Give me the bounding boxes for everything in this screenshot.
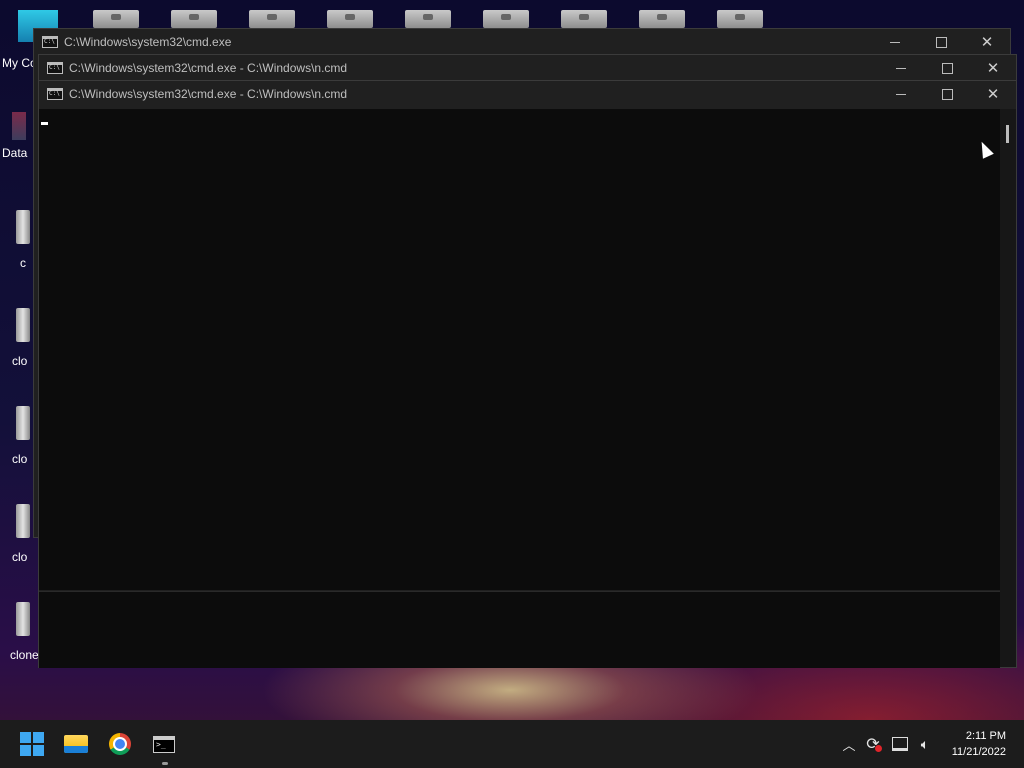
minimize-button[interactable] xyxy=(872,29,918,55)
vertical-scrollbar[interactable] xyxy=(1000,109,1016,667)
console-lower-area[interactable] xyxy=(39,591,1000,668)
shortcut-icon xyxy=(12,112,26,140)
maximize-button[interactable] xyxy=(924,81,970,107)
cmd-icon xyxy=(47,88,63,100)
cmd-icon xyxy=(42,36,58,48)
file-icon xyxy=(16,210,30,244)
close-icon: ✕ xyxy=(986,59,1000,77)
chevron-up-icon: ︿ xyxy=(842,737,856,753)
file-explorer-icon xyxy=(64,735,88,753)
start-button[interactable] xyxy=(16,728,48,760)
window-titlebar[interactable]: C:\Windows\system32\cmd.exe - C:\Windows… xyxy=(39,81,1016,107)
sync-icon: ⟳ xyxy=(866,736,882,753)
close-button[interactable]: ✕ xyxy=(970,55,1016,81)
chrome-icon xyxy=(109,733,131,755)
close-icon: ✕ xyxy=(980,33,994,51)
volume-icon: 🔈︎ xyxy=(920,735,930,752)
console-output[interactable] xyxy=(39,109,1000,590)
folder-icon[interactable] xyxy=(327,10,373,28)
desktop-icon-data[interactable]: Data xyxy=(0,112,34,160)
minimize-icon xyxy=(896,93,906,95)
file-icon xyxy=(16,504,30,538)
file-icon xyxy=(16,406,30,440)
desktop-icon-label: clo xyxy=(12,550,28,564)
minimize-icon xyxy=(896,67,906,69)
volume-tray-button[interactable]: 🔈︎ xyxy=(914,720,936,768)
folder-icon[interactable] xyxy=(717,10,763,28)
clock-date: 11/21/2022 xyxy=(951,746,1006,758)
active-app-indicator xyxy=(162,762,168,765)
desktop-icon-label: Data xyxy=(2,146,28,160)
file-explorer-button[interactable] xyxy=(60,728,92,760)
network-tray-button[interactable] xyxy=(889,720,911,768)
folder-icon[interactable] xyxy=(639,10,685,28)
taskbar: ︿ ⟳ 🔈︎ 2:11 PM 11/21/2022 xyxy=(0,720,1024,768)
folder-icon[interactable] xyxy=(249,10,295,28)
close-button[interactable]: ✕ xyxy=(970,81,1016,107)
network-icon xyxy=(892,737,908,751)
clock-time: 2:11 PM xyxy=(965,730,1006,742)
minimize-icon xyxy=(890,41,900,43)
start-icon xyxy=(20,732,44,756)
maximize-icon xyxy=(941,88,953,100)
folder-icon[interactable] xyxy=(405,10,451,28)
window-title: C:\Windows\system32\cmd.exe - C:\Windows… xyxy=(69,87,348,101)
chrome-button[interactable] xyxy=(104,728,136,760)
taskbar-clock[interactable]: 2:11 PM 11/21/2022 xyxy=(952,728,1006,760)
cmd-taskbar-button[interactable] xyxy=(148,728,180,760)
window-title: C:\Windows\system32\cmd.exe - C:\Windows… xyxy=(69,61,348,75)
minimize-button[interactable] xyxy=(878,55,924,81)
cmd-icon xyxy=(47,62,63,74)
maximize-button[interactable] xyxy=(924,55,970,81)
folder-icon[interactable] xyxy=(93,10,139,28)
window-titlebar[interactable]: C:\Windows\system32\cmd.exe - C:\Windows… xyxy=(39,55,1016,81)
maximize-icon xyxy=(935,36,947,48)
close-button[interactable]: ✕ xyxy=(964,29,1010,55)
file-icon xyxy=(16,602,30,636)
maximize-button[interactable] xyxy=(918,29,964,55)
window-title: C:\Windows\system32\cmd.exe xyxy=(64,35,232,49)
folder-icon[interactable] xyxy=(561,10,607,28)
show-hidden-icons-button[interactable]: ︿ xyxy=(838,720,860,768)
minimize-button[interactable] xyxy=(878,81,924,107)
cmd-window-front[interactable]: C:\Windows\system32\cmd.exe - C:\Windows… xyxy=(38,80,1017,668)
folder-icon[interactable] xyxy=(171,10,217,28)
close-icon: ✕ xyxy=(986,85,1000,103)
scrollbar-thumb[interactable] xyxy=(1006,125,1009,143)
window-titlebar[interactable]: C:\Windows\system32\cmd.exe xyxy=(34,29,1010,55)
file-icon xyxy=(16,308,30,342)
maximize-icon xyxy=(941,62,953,74)
sync-tray-button[interactable]: ⟳ xyxy=(862,720,884,768)
folder-icon[interactable] xyxy=(483,10,529,28)
text-cursor xyxy=(41,122,48,125)
cmd-icon xyxy=(153,735,175,753)
